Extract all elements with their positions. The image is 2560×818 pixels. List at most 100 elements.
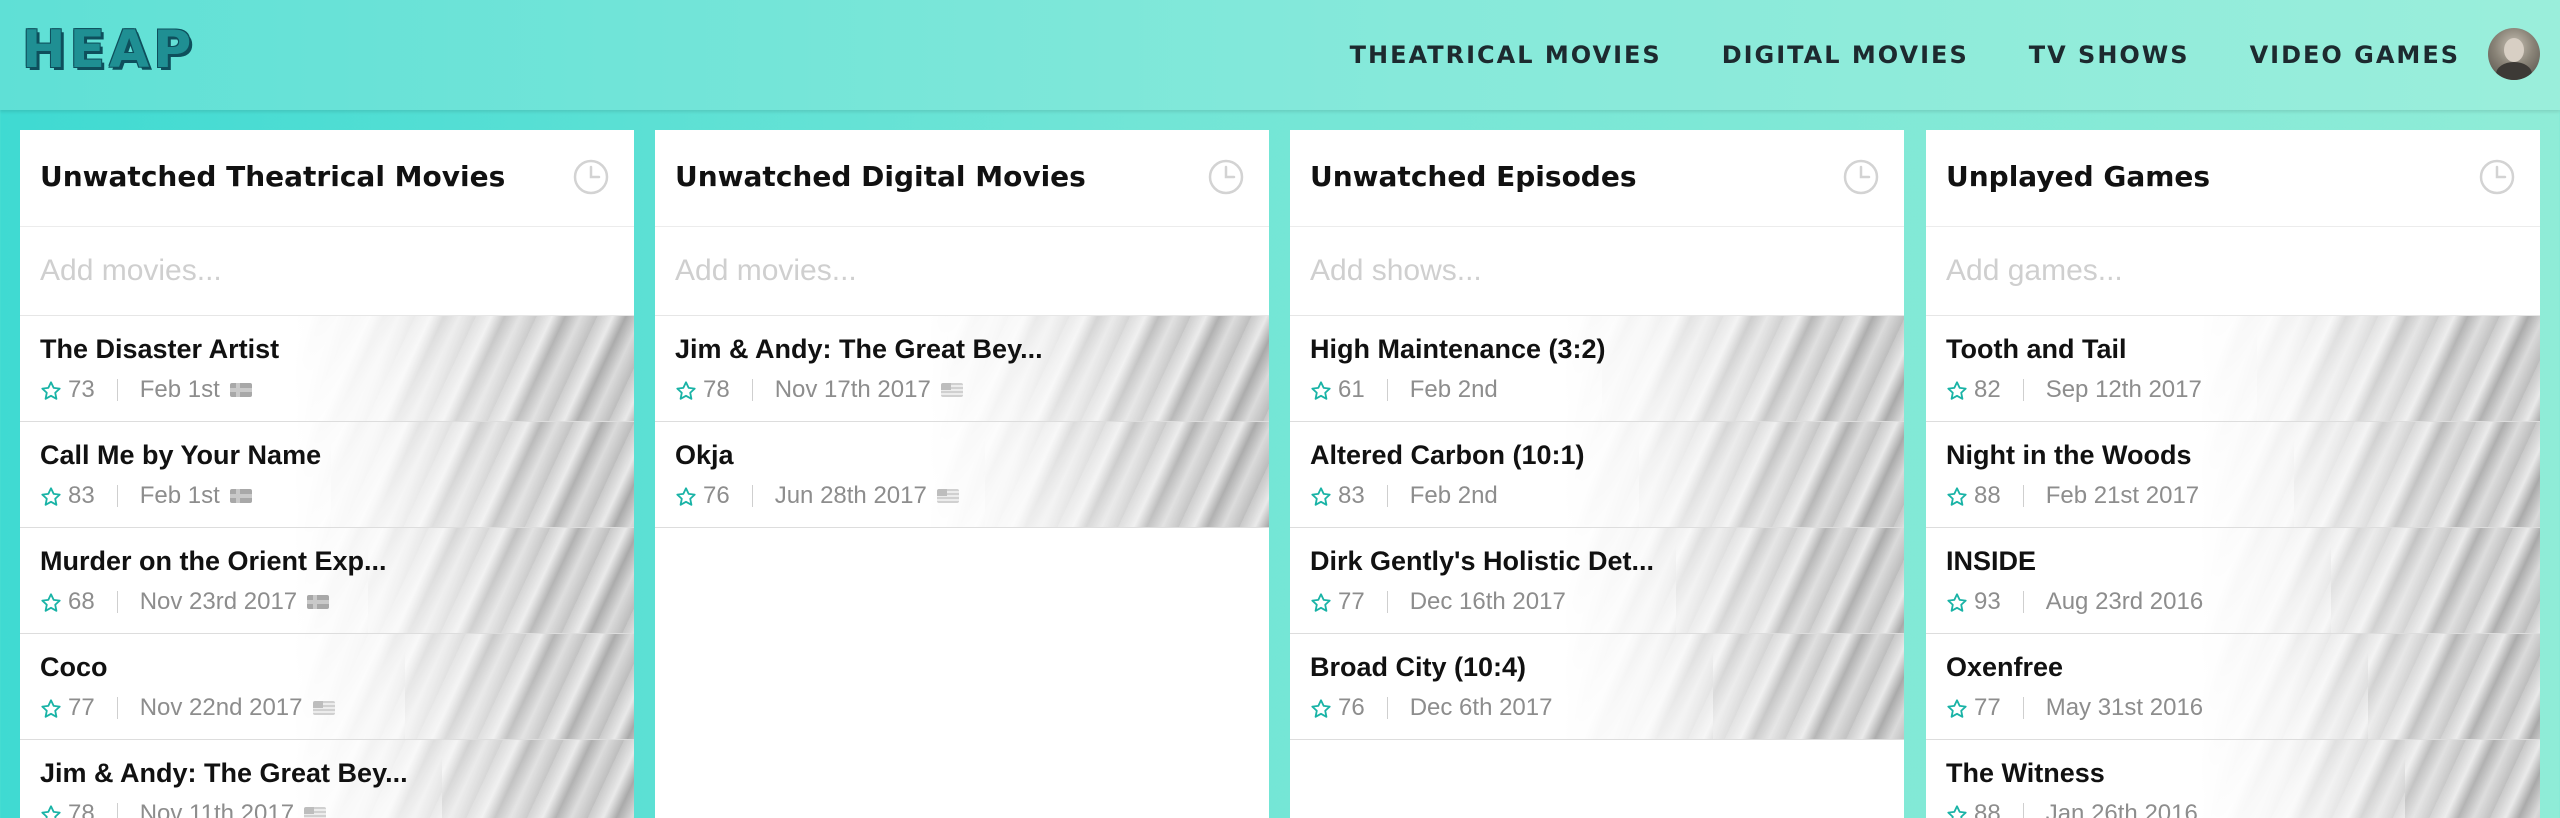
- star-icon[interactable]: [40, 380, 62, 402]
- item-backdrop-image: [294, 634, 634, 739]
- item-meta: 88 Jan 26th 2016: [1946, 800, 2198, 818]
- meta-divider: [2022, 697, 2024, 719]
- nav-tv-shows[interactable]: TV SHOWS: [2029, 41, 2190, 69]
- item-title: The Witness: [1946, 758, 2105, 788]
- clock-icon[interactable]: [572, 158, 610, 196]
- list-item[interactable]: High Maintenance (3:2) 61 Feb 2nd: [1290, 316, 1904, 422]
- meta-divider: [2022, 591, 2024, 613]
- item-title: Dirk Gently's Holistic Det...: [1310, 546, 1655, 576]
- list-item[interactable]: Altered Carbon (10:1) 83 Feb 2nd: [1290, 422, 1904, 528]
- item-release-date: Nov 22nd 2017: [139, 694, 303, 721]
- item-score: 77: [1974, 694, 2001, 721]
- column-title: Unplayed Games: [1946, 160, 2211, 193]
- item-backdrop-image: [294, 316, 634, 421]
- star-icon[interactable]: [40, 592, 62, 614]
- item-meta: 83 Feb 1st: [40, 482, 252, 510]
- item-release-date: Nov 23rd 2017: [139, 588, 298, 615]
- meta-divider: [751, 379, 753, 401]
- nav-video-games[interactable]: VIDEO GAMES: [2250, 41, 2460, 69]
- nav-digital-movies[interactable]: DIGITAL MOVIES: [1722, 41, 1969, 69]
- column-header: Unwatched Episodes: [1290, 130, 1904, 227]
- list-item[interactable]: INSIDE 93 Aug 23rd 2016: [1926, 528, 2540, 634]
- us-flag-icon: [312, 701, 335, 715]
- star-icon[interactable]: [1310, 486, 1332, 508]
- nav-theatrical-movies[interactable]: THEATRICAL MOVIES: [1350, 41, 1662, 69]
- item-title: Altered Carbon (10:1): [1310, 440, 1585, 470]
- list-item[interactable]: Okja 76 Jun 28th 2017: [655, 422, 1269, 528]
- clock-icon[interactable]: [1207, 158, 1245, 196]
- star-icon[interactable]: [1310, 698, 1332, 720]
- list-item[interactable]: Dirk Gently's Holistic Det... 77 Dec 16th …: [1290, 528, 1904, 634]
- star-icon[interactable]: [40, 698, 62, 720]
- add-item-input[interactable]: [1946, 251, 2506, 291]
- star-icon[interactable]: [1310, 592, 1332, 614]
- item-backdrop-image: [294, 422, 634, 527]
- item-title: Tooth and Tail: [1946, 334, 2127, 364]
- star-icon[interactable]: [1946, 698, 1968, 720]
- item-backdrop-image: [2200, 422, 2540, 527]
- item-backdrop-image: [2200, 634, 2540, 739]
- user-avatar[interactable]: [2488, 28, 2540, 80]
- column-title: Unwatched Theatrical Movies: [40, 160, 506, 193]
- meta-divider: [2022, 379, 2024, 401]
- item-backdrop-image: [1564, 634, 1904, 739]
- list-item[interactable]: Murder on the Orient Exp... 68 Nov 23rd 20…: [20, 528, 634, 634]
- star-icon[interactable]: [40, 486, 62, 508]
- star-icon[interactable]: [1946, 486, 1968, 508]
- star-icon[interactable]: [675, 486, 697, 508]
- item-release-date: Jun 28th 2017: [774, 482, 927, 509]
- item-backdrop-image: [929, 422, 1269, 527]
- item-title: Jim & Andy: The Great Bey...: [675, 334, 1043, 364]
- list-item[interactable]: The Witness 88 Jan 26th 2016: [1926, 740, 2540, 818]
- list-item[interactable]: Broad City (10:4) 76 Dec 6th 2017: [1290, 634, 1904, 740]
- column-title: Unwatched Digital Movies: [675, 160, 1086, 193]
- item-score: 88: [1974, 482, 2001, 509]
- item-release-date: Feb 21st 2017: [2045, 482, 2200, 509]
- item-score: 77: [68, 694, 95, 721]
- add-item-row: [20, 227, 634, 316]
- item-title: Murder on the Orient Exp...: [40, 546, 387, 576]
- list-item[interactable]: The Disaster Artist 73 Feb 1st: [20, 316, 634, 422]
- star-icon[interactable]: [1946, 804, 1968, 818]
- item-meta: 93 Aug 23rd 2016: [1946, 588, 2203, 616]
- item-meta: 78 Nov 11th 2017: [40, 800, 327, 818]
- item-release-date: Feb 1st: [139, 482, 220, 509]
- list-item[interactable]: Call Me by Your Name 83 Feb 1st: [20, 422, 634, 528]
- list-item[interactable]: Jim & Andy: The Great Bey... 78 Nov 11th 2…: [20, 740, 634, 818]
- star-icon[interactable]: [1946, 380, 1968, 402]
- item-score: 76: [703, 482, 730, 509]
- item-title: Oxenfree: [1946, 652, 2064, 682]
- list-item[interactable]: Coco 77 Nov 22nd 2017: [20, 634, 634, 740]
- item-release-date: May 31st 2016: [2045, 694, 2204, 721]
- item-meta: 68 Nov 23rd 2017: [40, 588, 330, 616]
- clock-icon[interactable]: [1842, 158, 1880, 196]
- star-icon[interactable]: [675, 380, 697, 402]
- top-header: HEAP THEATRICAL MOVIES DIGITAL MOVIES TV…: [0, 0, 2560, 110]
- sweden-flag-icon: [307, 595, 330, 609]
- item-score: 76: [1338, 694, 1365, 721]
- add-item-input[interactable]: [1310, 251, 1870, 291]
- star-icon[interactable]: [1946, 592, 1968, 614]
- list-item[interactable]: Night in the Woods 88 Feb 21st 2017: [1926, 422, 2540, 528]
- item-backdrop-image: [1564, 422, 1904, 527]
- item-release-date: Jan 26th 2016: [2045, 800, 2198, 818]
- item-title: High Maintenance (3:2): [1310, 334, 1606, 364]
- heap-logo[interactable]: HEAP: [22, 24, 195, 76]
- add-item-input[interactable]: [675, 251, 1235, 291]
- item-meta: 78 Nov 17th 2017: [675, 376, 963, 404]
- item-score: 88: [1974, 800, 2001, 818]
- column-games: Unplayed Games Tooth and Tail 82 Sep 12th 2…: [1926, 130, 2540, 818]
- star-icon[interactable]: [40, 804, 62, 818]
- meta-divider: [2022, 485, 2024, 507]
- clock-icon[interactable]: [2478, 158, 2516, 196]
- item-score: 83: [68, 482, 95, 509]
- list-item[interactable]: Tooth and Tail 82 Sep 12th 2017: [1926, 316, 2540, 422]
- column-episodes: Unwatched Episodes High Maintenance (3:2)…: [1290, 130, 1904, 818]
- add-item-row: [655, 227, 1269, 316]
- meta-divider: [116, 379, 118, 401]
- add-item-input[interactable]: [40, 251, 600, 291]
- list-item[interactable]: Oxenfree 77 May 31st 2016: [1926, 634, 2540, 740]
- list-item[interactable]: Jim & Andy: The Great Bey... 78 Nov 17th 2…: [655, 316, 1269, 422]
- star-icon[interactable]: [1310, 380, 1332, 402]
- item-meta: 88 Feb 21st 2017: [1946, 482, 2199, 510]
